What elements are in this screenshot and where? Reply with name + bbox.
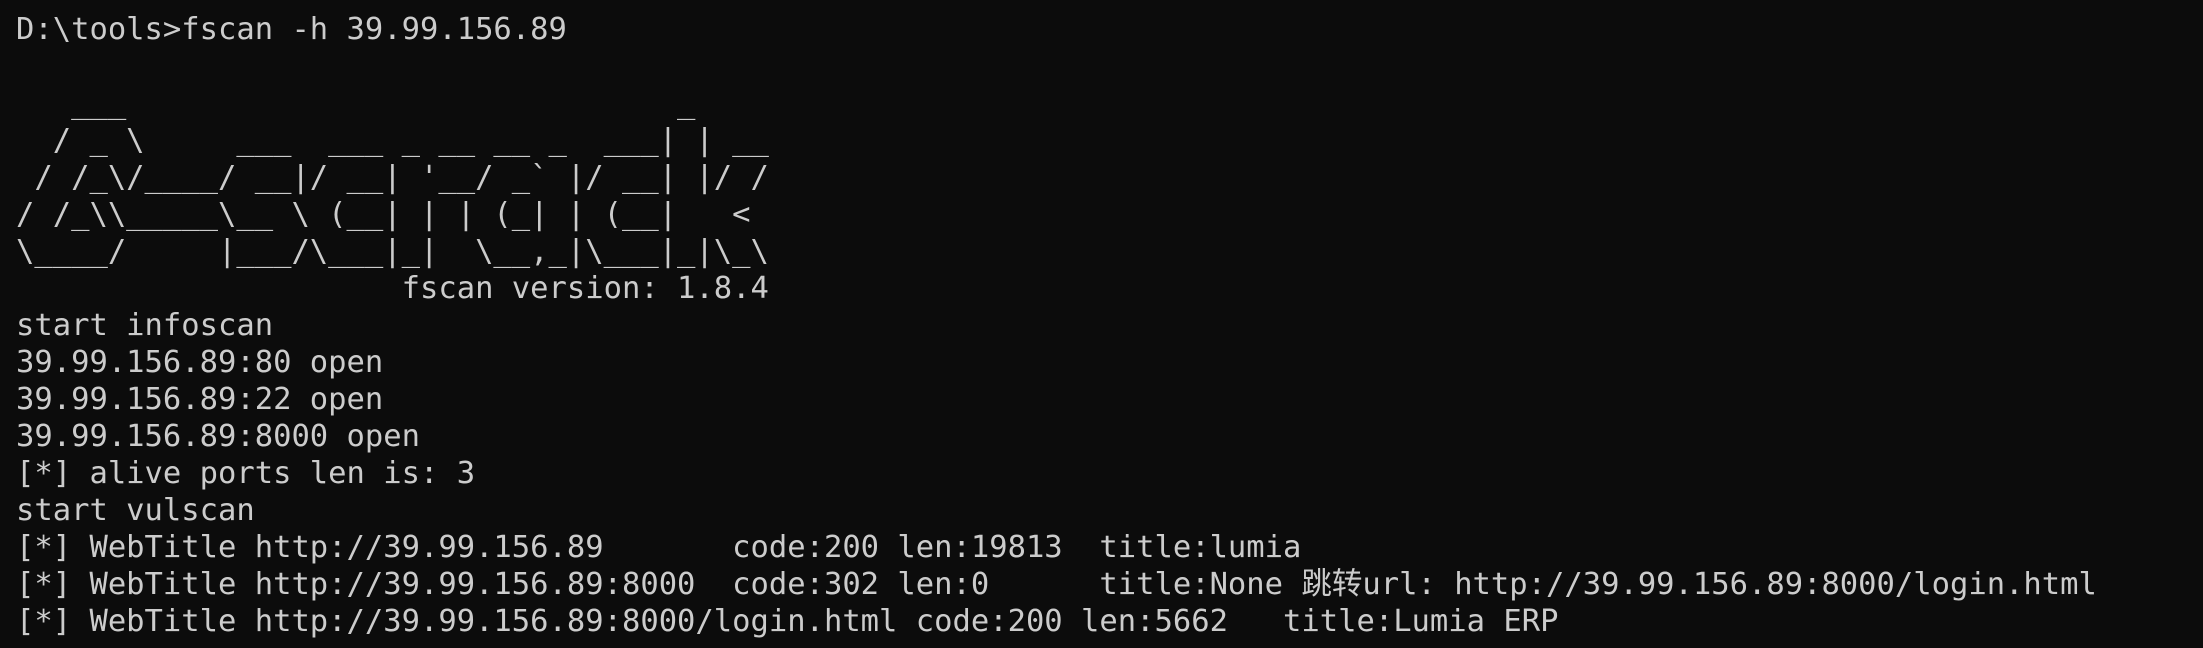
ascii-banner-line: / /_\\_____\__ \ (__| | | (_| | (__| < [16, 197, 751, 232]
output-line: start infoscan [16, 308, 274, 343]
ascii-banner-line: / _ \ ___ ___ _ __ __ _ ___| | __ [16, 123, 769, 158]
output-line: 39.99.156.89:22 open [16, 382, 384, 417]
ascii-banner-line: ___ _ [16, 86, 696, 121]
version-line: fscan version: 1.8.4 [16, 271, 769, 306]
terminal-output: D:\tools>fscan -h 39.99.156.89 ___ _ / _… [16, 11, 2097, 640]
output-line: 39.99.156.89:80 open [16, 345, 384, 380]
command-prompt-line: D:\tools>fscan -h 39.99.156.89 [16, 12, 567, 47]
ascii-banner-line: / /_\/____/ __|/ __| '__/ _` |/ __| |/ / [16, 160, 769, 195]
output-line: 39.99.156.89:8000 open [16, 419, 420, 454]
output-line: [*] WebTitle http://39.99.156.89:8000 co… [16, 567, 2097, 602]
output-line: [*] WebTitle http://39.99.156.89 code:20… [16, 530, 1302, 565]
ascii-banner-line: \____/ |___/\___|_| \__,_|\___|_|\_\ [16, 234, 769, 269]
output-line: [*] alive ports len is: 3 [16, 456, 476, 491]
output-line: [*] WebTitle http://39.99.156.89:8000/lo… [16, 604, 1559, 639]
output-line: start vulscan [16, 493, 255, 528]
terminal-window[interactable]: D:\tools>fscan -h 39.99.156.89 ___ _ / _… [0, 0, 2203, 648]
